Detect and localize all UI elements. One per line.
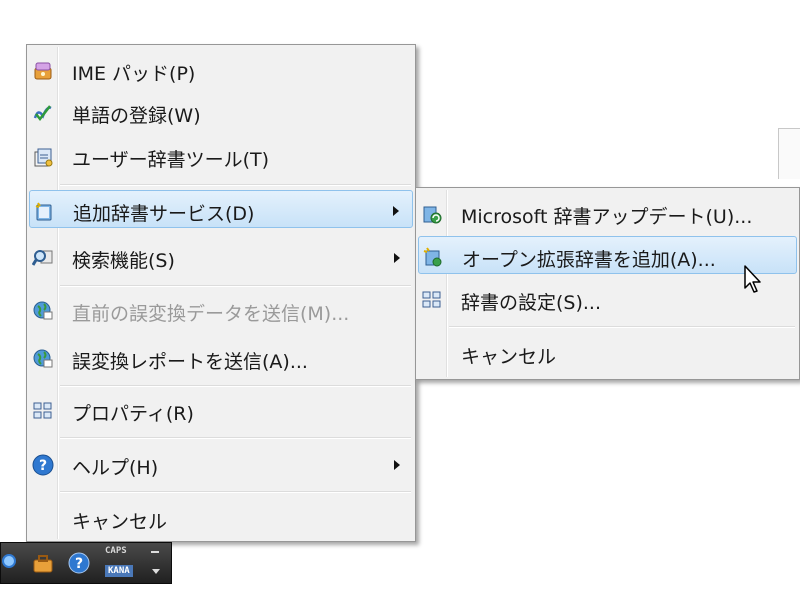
menu-item-label: ユーザー辞書ツール(T) xyxy=(72,149,270,171)
menu-separator xyxy=(60,437,411,439)
menu-item-help[interactable]: ? ヘルプ(H) xyxy=(29,445,413,483)
properties-icon xyxy=(33,402,52,419)
submenu-arrow-icon xyxy=(394,253,400,263)
submenu-arrow-icon xyxy=(394,460,400,470)
menu-item-label: IME パッド(P) xyxy=(72,63,196,85)
menu-item-ime-pad[interactable]: IME パッド(P) xyxy=(29,51,413,89)
menu-item-label: Microsoft 辞書アップデート(U)... xyxy=(461,206,753,228)
caps-indicator: CAPS xyxy=(105,546,127,556)
word-register-icon xyxy=(33,105,52,122)
send-report-globe-icon xyxy=(33,349,53,368)
help-icon[interactable]: ? xyxy=(67,551,91,575)
menu-item-label: 辞書の設定(S)... xyxy=(461,292,602,314)
user-dictionary-tool-icon xyxy=(34,148,53,167)
menu-separator xyxy=(60,184,411,186)
toolbox-icon[interactable] xyxy=(31,551,55,575)
mouse-pointer-icon xyxy=(744,265,761,293)
svg-text:?: ? xyxy=(75,556,83,572)
submenu-arrow-icon xyxy=(393,206,399,216)
dictionary-settings-icon xyxy=(422,291,441,308)
background-window-edge xyxy=(778,128,800,179)
menu-item-properties[interactable]: プロパティ(R) xyxy=(29,391,413,429)
menu-item-label: 誤変換レポートを送信(A)... xyxy=(72,351,308,373)
menu-item-label: オープン拡張辞書を追加(A)... xyxy=(462,249,716,271)
minimize-icon[interactable] xyxy=(151,551,159,553)
menu-separator xyxy=(60,285,411,287)
menu-item-cancel[interactable]: キャンセル xyxy=(29,499,413,537)
menu-item-label: キャンセル xyxy=(461,346,557,368)
menu-separator xyxy=(60,491,411,493)
svg-text:?: ? xyxy=(39,458,47,474)
menu-separator xyxy=(60,385,411,387)
open-extension-dictionary-icon xyxy=(423,247,442,267)
search-function-icon xyxy=(32,250,53,266)
submenu-item-cancel[interactable]: キャンセル xyxy=(418,334,797,372)
additional-dictionary-icon xyxy=(35,202,52,221)
help-icon: ? xyxy=(32,454,54,476)
options-dropdown-icon[interactable] xyxy=(152,569,160,574)
dictionary-update-icon xyxy=(423,206,442,224)
menu-item-additional-dictionary-service[interactable]: 追加辞書サービス(D) xyxy=(29,190,413,228)
menu-item-send-report[interactable]: 誤変換レポートを送信(A)... xyxy=(29,339,413,377)
ime-pad-icon xyxy=(34,62,52,80)
submenu-item-add-open-extension-dictionary[interactable]: オープン拡張辞書を追加(A)... xyxy=(418,236,797,274)
menu-item-user-dictionary-tool[interactable]: ユーザー辞書ツール(T) xyxy=(29,137,413,175)
submenu-item-dictionary-settings[interactable]: 辞書の設定(S)... xyxy=(418,280,797,318)
menu-item-search-function[interactable]: 検索機能(S) xyxy=(29,238,413,276)
ime-context-menu: IME パッド(P) 単語の登録(W) ユーザー辞書ツール(T) 追加辞書サービ… xyxy=(26,44,416,542)
menu-item-label: 検索機能(S) xyxy=(72,250,175,272)
language-bar: ? CAPS KANA xyxy=(0,542,172,584)
search-icon[interactable] xyxy=(1,551,25,575)
menu-item-label: 単語の登録(W) xyxy=(72,105,201,127)
menu-item-send-previous-data: 直前の誤変換データを送信(M)... xyxy=(29,291,413,329)
kana-indicator[interactable]: KANA xyxy=(105,565,133,577)
menu-separator xyxy=(449,326,795,328)
menu-item-label: 直前の誤変換データを送信(M)... xyxy=(72,303,350,325)
menu-item-label: プロパティ(R) xyxy=(72,403,194,425)
menu-item-label: ヘルプ(H) xyxy=(72,457,159,479)
submenu-item-dictionary-update[interactable]: Microsoft 辞書アップデート(U)... xyxy=(418,194,797,232)
menu-item-word-register[interactable]: 単語の登録(W) xyxy=(29,93,413,131)
menu-item-label: キャンセル xyxy=(72,511,168,533)
send-data-globe-icon xyxy=(33,301,53,320)
menu-item-label: 追加辞書サービス(D) xyxy=(73,203,255,225)
